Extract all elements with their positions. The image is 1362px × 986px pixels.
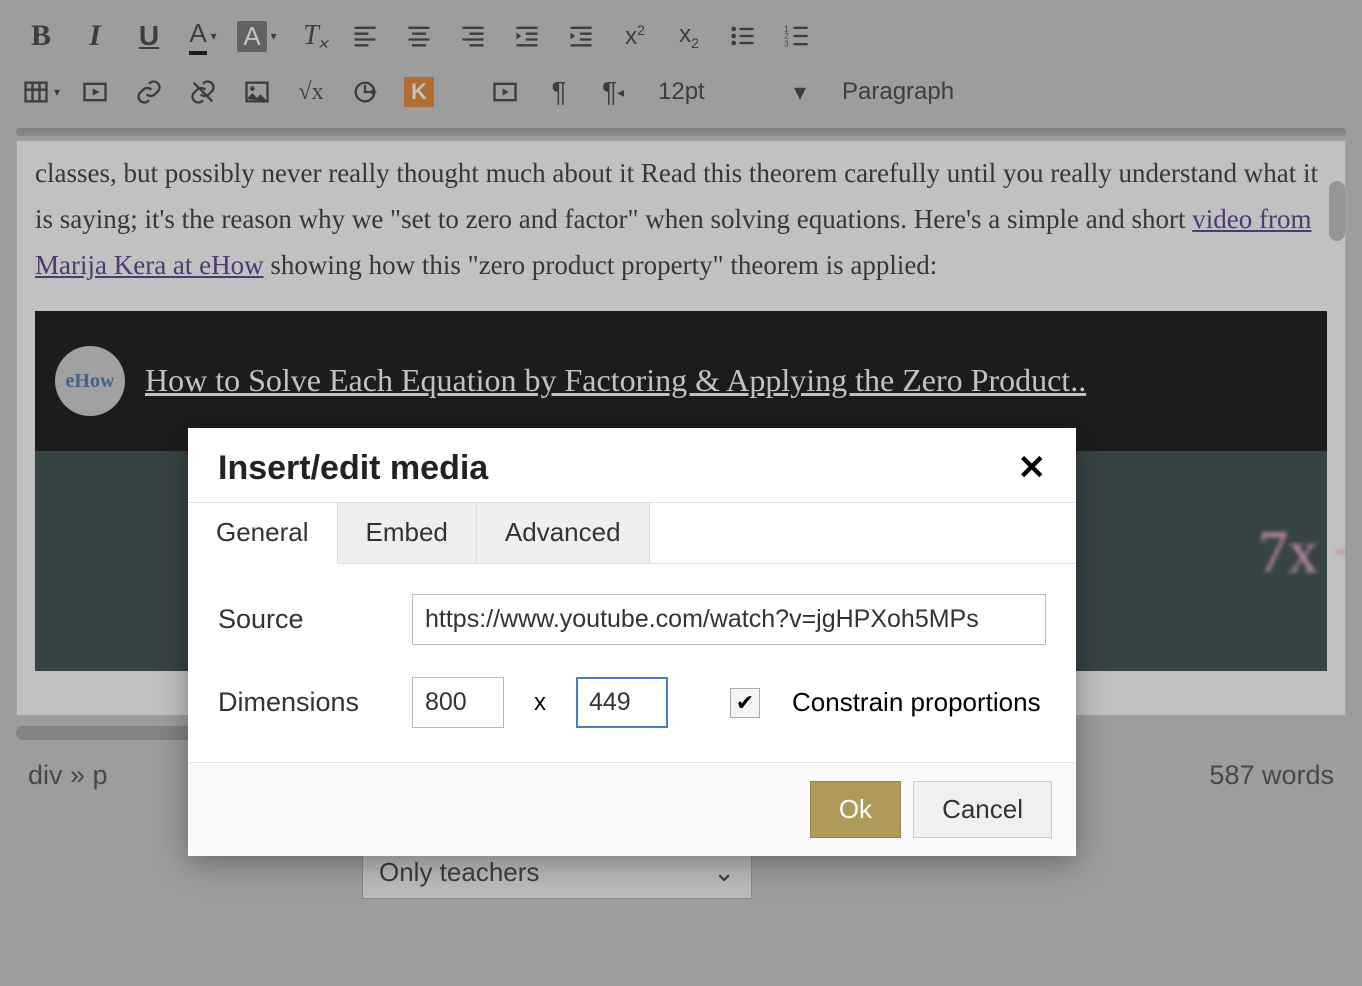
toolbar-divider xyxy=(16,128,1346,136)
rtl-button[interactable]: ¶◂ xyxy=(588,70,638,114)
align-right-button[interactable] xyxy=(448,14,498,58)
insert-button[interactable] xyxy=(340,70,390,114)
close-icon: ✕ xyxy=(1018,449,1047,487)
check-icon: ✔ xyxy=(736,690,754,716)
media-button[interactable] xyxy=(70,70,120,114)
align-center-button[interactable] xyxy=(394,14,444,58)
source-input[interactable] xyxy=(412,594,1046,645)
video-title: How to Solve Each Equation by Factoring … xyxy=(145,353,1086,407)
insert-media-modal: Insert/edit media ✕ General Embed Advanc… xyxy=(188,428,1076,856)
numbered-list-button[interactable]: 123 xyxy=(772,14,822,58)
equation-button[interactable]: √x xyxy=(286,70,336,114)
block-format-select[interactable]: Paragraph xyxy=(826,78,1026,106)
math-overlay: 7x + xyxy=(1258,501,1346,603)
text-color-button[interactable]: A ▾ xyxy=(178,14,228,58)
word-count: 587 words xyxy=(1209,760,1334,791)
constrain-label: Constrain proportions xyxy=(792,687,1041,718)
play-media-button[interactable] xyxy=(480,70,530,114)
kaltura-button[interactable]: K xyxy=(394,70,444,114)
tab-general[interactable]: General xyxy=(188,503,338,564)
toolbar-row-1: B I U A ▾ A ▾ T✕ x2 xyxy=(16,8,1346,64)
unlink-button[interactable] xyxy=(178,70,228,114)
tab-embed[interactable]: Embed xyxy=(338,503,477,563)
vertical-scrollbar[interactable] xyxy=(1329,181,1345,241)
font-size-value: 12pt xyxy=(658,78,705,106)
block-format-value: Paragraph xyxy=(842,78,954,106)
close-button[interactable]: ✕ xyxy=(1018,448,1047,488)
constrain-checkbox[interactable]: ✔ xyxy=(730,688,760,718)
ehow-badge: eHow xyxy=(55,346,125,416)
role-select-value: Only teachers xyxy=(379,857,539,888)
svg-text:3: 3 xyxy=(784,40,789,49)
element-path[interactable]: div » p xyxy=(28,760,108,791)
tab-advanced[interactable]: Advanced xyxy=(477,503,650,563)
body-text: classes, but possibly never really thoug… xyxy=(35,158,1318,234)
bold-button[interactable]: B xyxy=(16,14,66,58)
chevron-down-icon: ▾ xyxy=(211,29,217,43)
highlight-color-button[interactable]: A ▾ xyxy=(232,14,282,58)
modal-tabs: General Embed Advanced xyxy=(188,502,1076,564)
chevron-down-icon: ▾ xyxy=(794,78,806,107)
outdent-button[interactable] xyxy=(502,14,552,58)
indent-button[interactable] xyxy=(556,14,606,58)
body-text-2: showing how this "zero product property"… xyxy=(264,250,938,280)
align-left-button[interactable] xyxy=(340,14,390,58)
toolbar-row-2: ▾ √x K ¶ ¶◂ 12pt ▾ Paragraph xyxy=(16,64,1346,120)
table-button[interactable]: ▾ xyxy=(16,70,66,114)
underline-button[interactable]: U xyxy=(124,14,174,58)
dimensions-label: Dimensions xyxy=(218,687,388,718)
height-input[interactable] xyxy=(576,677,668,728)
chevron-down-icon: ▾ xyxy=(271,29,277,43)
dimensions-separator: x xyxy=(534,689,546,717)
ltr-button[interactable]: ¶ xyxy=(534,70,584,114)
italic-button[interactable]: I xyxy=(70,14,120,58)
cancel-button[interactable]: Cancel xyxy=(913,781,1052,838)
chevron-down-icon: ▾ xyxy=(54,85,60,99)
width-input[interactable] xyxy=(412,677,504,728)
subscript-button[interactable]: x2 xyxy=(664,14,714,58)
chevron-down-icon: ⌄ xyxy=(713,857,735,888)
source-label: Source xyxy=(218,604,388,635)
image-button[interactable] xyxy=(232,70,282,114)
link-button[interactable] xyxy=(124,70,174,114)
modal-title: Insert/edit media xyxy=(218,449,488,488)
clear-formatting-button[interactable]: T✕ xyxy=(286,14,336,58)
superscript-button[interactable]: x2 xyxy=(610,14,660,58)
font-size-select[interactable]: 12pt ▾ xyxy=(642,78,822,107)
ok-button[interactable]: Ok xyxy=(810,781,901,838)
bullet-list-button[interactable] xyxy=(718,14,768,58)
